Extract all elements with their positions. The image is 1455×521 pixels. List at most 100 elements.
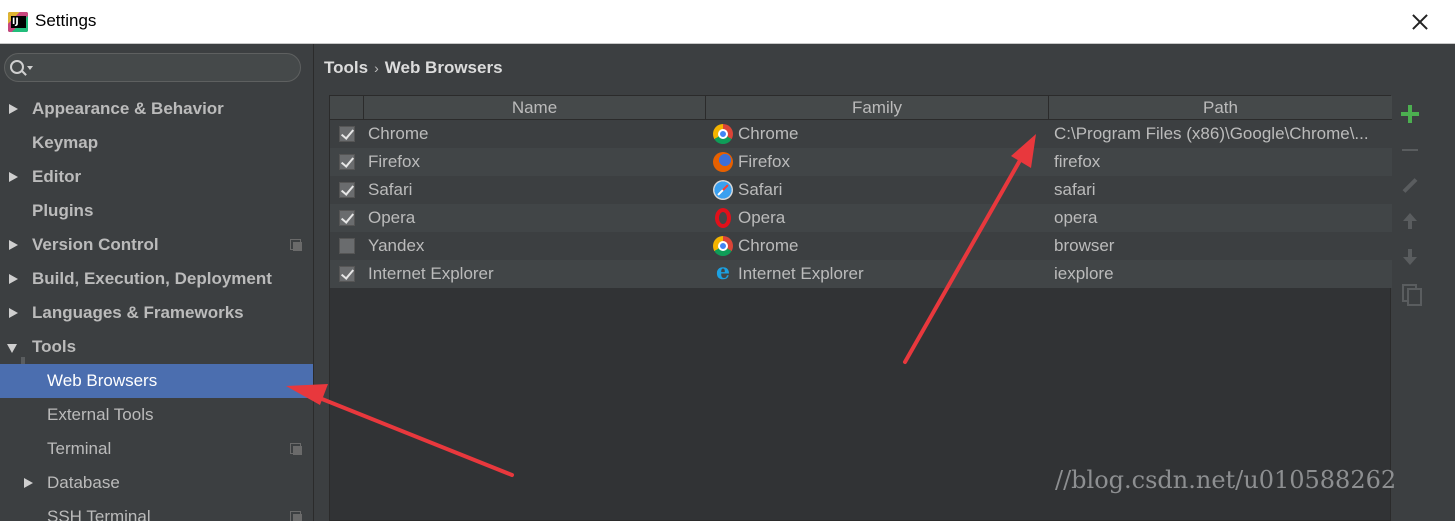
table-toolbar xyxy=(1394,95,1426,521)
expand-arrow-icon[interactable] xyxy=(9,308,18,318)
search-box[interactable] xyxy=(4,53,301,82)
search-input[interactable] xyxy=(37,58,292,78)
sidebar-item-label: Version Control xyxy=(32,235,159,254)
browser-family-label: Internet Explorer xyxy=(738,264,864,283)
expand-arrow-icon[interactable] xyxy=(9,274,18,284)
project-settings-icon xyxy=(290,511,302,521)
move-up-icon[interactable] xyxy=(1399,211,1421,233)
sidebar-item-terminal[interactable]: Terminal xyxy=(0,432,313,466)
firefox-icon xyxy=(713,152,733,172)
row-enabled-checkbox[interactable] xyxy=(339,266,355,282)
sidebar-item-web-browsers[interactable]: Web Browsers xyxy=(0,364,313,398)
safari-icon xyxy=(713,180,733,200)
sidebar-item-label: Languages & Frameworks xyxy=(32,303,244,322)
table-row[interactable]: Safari Safari safari xyxy=(330,176,1392,204)
browser-path[interactable]: firefox xyxy=(1054,148,1388,176)
settings-sidebar: Appearance & Behavior Keymap Editor Plug… xyxy=(0,44,314,521)
browser-family-label: Chrome xyxy=(738,236,799,255)
sidebar-item-ssh-terminal[interactable]: SSH Terminal xyxy=(0,500,313,521)
row-enabled-checkbox[interactable] xyxy=(339,238,355,254)
chrome-icon xyxy=(713,236,733,256)
browser-name[interactable]: Chrome xyxy=(368,120,698,148)
breadcrumb-separator: › xyxy=(374,60,379,76)
breadcrumb-part: Tools xyxy=(324,58,369,77)
row-enabled-checkbox[interactable] xyxy=(339,182,355,198)
row-enabled-checkbox[interactable] xyxy=(339,154,355,170)
browser-family[interactable]: Firefox xyxy=(713,148,1043,176)
window-title: Settings xyxy=(35,11,97,30)
sidebar-item-label: External Tools xyxy=(47,405,154,424)
collapse-arrow-icon[interactable] xyxy=(7,344,30,373)
expand-arrow-icon[interactable] xyxy=(9,240,18,250)
sidebar-item-build-execution-deployment[interactable]: Build, Execution, Deployment xyxy=(0,262,313,296)
sidebar-item-label: Terminal xyxy=(47,439,112,458)
title-bar: Settings xyxy=(0,0,1455,44)
browser-family[interactable]: Chrome xyxy=(713,232,1043,260)
close-icon[interactable] xyxy=(1408,10,1432,34)
sidebar-item-editor[interactable]: Editor xyxy=(0,160,313,194)
sidebar-item-languages-frameworks[interactable]: Languages & Frameworks xyxy=(0,296,313,330)
browser-path[interactable]: opera xyxy=(1054,204,1388,232)
remove-icon[interactable] xyxy=(1399,139,1421,161)
internet-explorer-icon xyxy=(713,262,733,284)
sidebar-item-database[interactable]: Database xyxy=(0,466,313,500)
search-icon[interactable] xyxy=(10,60,24,74)
sidebar-item-plugins[interactable]: Plugins xyxy=(0,194,313,228)
move-down-icon[interactable] xyxy=(1399,245,1421,267)
edit-icon[interactable] xyxy=(1399,175,1421,197)
browser-path[interactable]: safari xyxy=(1054,176,1388,204)
add-icon[interactable] xyxy=(1399,103,1421,125)
intellij-app-icon xyxy=(8,12,28,32)
browser-name[interactable]: Yandex xyxy=(368,232,698,260)
opera-icon xyxy=(715,208,731,228)
table-header: Name Family Path xyxy=(330,96,1392,120)
browser-path[interactable]: C:\Program Files (x86)\Google\Chrome\... xyxy=(1054,120,1388,148)
browser-family[interactable]: Opera xyxy=(713,204,1043,232)
expand-arrow-icon[interactable] xyxy=(24,478,33,488)
browser-family[interactable]: Safari xyxy=(713,176,1043,204)
web-browsers-table: Name Family Path Chrome Chrome C:\Progra… xyxy=(329,95,1392,521)
table-row[interactable]: Firefox Firefox firefox xyxy=(330,148,1392,176)
sidebar-item-keymap[interactable]: Keymap xyxy=(0,126,313,160)
expand-arrow-icon[interactable] xyxy=(9,104,18,114)
row-enabled-checkbox[interactable] xyxy=(339,126,355,142)
browser-path[interactable]: iexplore xyxy=(1054,260,1388,288)
sidebar-item-version-control[interactable]: Version Control xyxy=(0,228,313,262)
project-settings-icon xyxy=(290,239,302,251)
browser-path[interactable]: browser xyxy=(1054,232,1388,260)
browser-family[interactable]: Internet Explorer xyxy=(713,260,1043,288)
browser-name[interactable]: Safari xyxy=(368,176,698,204)
table-row[interactable]: Opera Opera opera xyxy=(330,204,1392,232)
column-header-family[interactable]: Family xyxy=(706,96,1049,120)
sidebar-item-label: Appearance & Behavior xyxy=(32,99,224,118)
browser-family[interactable]: Chrome xyxy=(713,120,1043,148)
sidebar-item-appearance-behavior[interactable]: Appearance & Behavior xyxy=(0,92,313,126)
sidebar-item-label: Tools xyxy=(32,337,77,356)
chrome-icon xyxy=(713,124,733,144)
copy-icon[interactable] xyxy=(1399,281,1422,306)
browser-name[interactable]: Internet Explorer xyxy=(368,260,698,288)
table-row[interactable]: Chrome Chrome C:\Program Files (x86)\Goo… xyxy=(330,120,1392,148)
sidebar-item-label: Web Browsers xyxy=(47,371,158,390)
table-row[interactable]: Yandex Chrome browser xyxy=(330,232,1392,260)
breadcrumb-part: Web Browsers xyxy=(384,58,503,77)
watermark: //blog.csdn.net/u010588262 xyxy=(1055,466,1397,494)
sidebar-item-label: Editor xyxy=(32,167,82,186)
search-options-chevron-icon[interactable] xyxy=(27,66,33,70)
browser-family-label: Chrome xyxy=(738,124,799,143)
sidebar-item-label: SSH Terminal xyxy=(47,507,151,521)
expand-arrow-icon[interactable] xyxy=(9,172,18,182)
column-header-name[interactable]: Name xyxy=(364,96,706,120)
sidebar-item-tools[interactable]: Tools xyxy=(0,330,313,373)
column-header-checkbox[interactable] xyxy=(330,96,364,120)
column-header-path[interactable]: Path xyxy=(1049,96,1392,120)
sidebar-item-label: Keymap xyxy=(32,133,99,152)
browser-name[interactable]: Opera xyxy=(368,204,698,232)
sidebar-item-label: Build, Execution, Deployment xyxy=(32,269,272,288)
table-row[interactable]: Internet Explorer Internet Explorer iexp… xyxy=(330,260,1392,288)
project-settings-icon xyxy=(290,443,302,455)
sidebar-item-external-tools[interactable]: External Tools xyxy=(0,398,313,432)
browser-name[interactable]: Firefox xyxy=(368,148,698,176)
sidebar-item-label: Database xyxy=(47,473,120,492)
row-enabled-checkbox[interactable] xyxy=(339,210,355,226)
